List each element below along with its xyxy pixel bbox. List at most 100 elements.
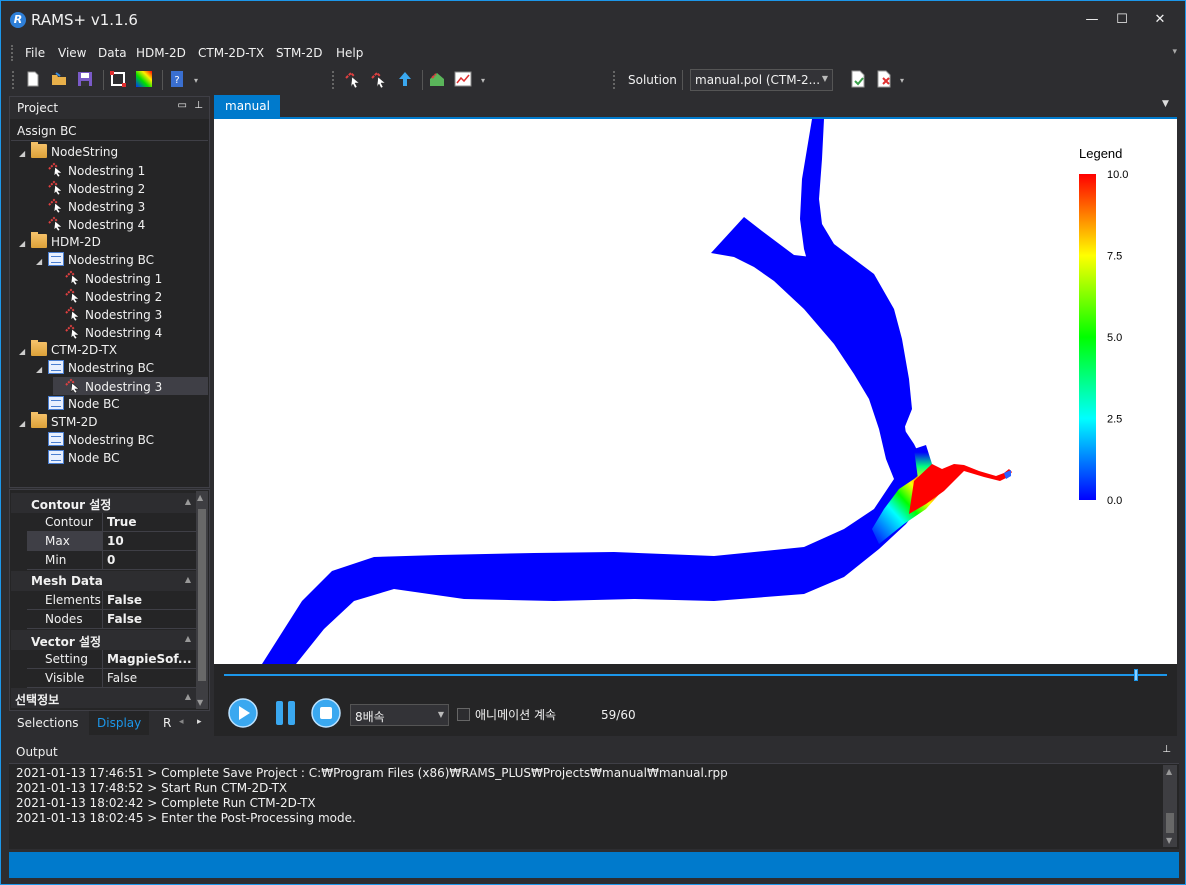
properties-scrollbar[interactable]: ▲ ▼ xyxy=(196,491,208,709)
tree-item[interactable]: Nodestring 4 xyxy=(53,323,162,341)
tree-item[interactable]: Nodestring 3 xyxy=(36,197,145,215)
expander-icon[interactable]: ◢ xyxy=(19,145,31,163)
speed-select[interactable]: 8배속 ▼ xyxy=(350,704,449,726)
nodestring-edit-icon[interactable] xyxy=(370,70,388,88)
output-log[interactable]: 2021-01-13 17:46:51 > Complete Save Proj… xyxy=(9,763,1179,849)
collapse-icon[interactable]: ▲ xyxy=(185,575,191,584)
document-list-icon[interactable]: ▼ xyxy=(1162,99,1169,109)
toolbar-overflow-icon[interactable]: ▾ xyxy=(900,76,904,85)
timeline-track[interactable] xyxy=(224,674,1167,676)
property-row-visible[interactable]: Visible False xyxy=(27,669,199,688)
menu-data[interactable]: Data xyxy=(98,46,127,60)
tree-item[interactable]: Node BC xyxy=(36,395,120,413)
tree-item[interactable]: ◢ HDM-2D xyxy=(19,232,101,253)
category-vector[interactable]: Vector 설정 ▲ xyxy=(11,630,197,650)
timeline-thumb[interactable] xyxy=(1133,669,1138,681)
menu-overflow-icon[interactable]: ▾ xyxy=(1172,47,1177,57)
property-row-max[interactable]: Max 10 xyxy=(27,532,199,551)
tree-item[interactable]: ◢ STM-2D xyxy=(19,412,98,433)
maximize-button[interactable]: ☐ xyxy=(1107,7,1137,33)
upload-arrow-icon[interactable] xyxy=(396,70,414,88)
property-value[interactable]: False xyxy=(107,612,197,626)
expander-icon[interactable]: ◢ xyxy=(19,235,31,253)
toolbar-grip[interactable] xyxy=(332,71,335,89)
scroll-down-icon[interactable]: ▼ xyxy=(1166,836,1172,845)
tree-item[interactable]: Nodestring BC xyxy=(36,431,154,449)
select-region-icon[interactable] xyxy=(109,70,127,88)
property-row-elements[interactable]: Elements False xyxy=(27,591,199,610)
menu-hdm-2d[interactable]: HDM-2D xyxy=(136,46,186,60)
property-value[interactable]: False xyxy=(107,671,197,685)
tab-scroll-right-icon[interactable]: ▸ xyxy=(197,717,202,727)
property-value[interactable]: MagpieSof... xyxy=(107,652,197,666)
toolbar-overflow-icon[interactable]: ▾ xyxy=(481,76,485,85)
pause-icon[interactable] xyxy=(271,698,301,728)
color-map-icon[interactable] xyxy=(135,70,153,88)
property-row-min[interactable]: Min 0 xyxy=(27,551,199,570)
pin-icon[interactable]: ⊥ xyxy=(1162,744,1171,755)
toolbar-grip[interactable] xyxy=(613,71,616,89)
menu-stm-2d[interactable]: STM-2D xyxy=(276,46,323,60)
scroll-up-icon[interactable]: ▲ xyxy=(197,493,203,502)
toolbar-overflow-icon[interactable]: ▾ xyxy=(194,76,198,85)
save-icon[interactable] xyxy=(76,70,94,88)
stop-icon[interactable] xyxy=(311,698,341,728)
menu-file[interactable]: File xyxy=(25,46,45,60)
category-mesh-data[interactable]: Mesh Data ▲ xyxy=(11,571,197,591)
river-mesh-plot[interactable]: Legend 10.0 7.5 5.0 2.5 0.0 xyxy=(214,119,1177,664)
scroll-thumb[interactable] xyxy=(1166,813,1174,833)
pin-icon[interactable]: ⊥ xyxy=(194,100,203,111)
solution-select[interactable]: manual.pol (CTM-2... ▼ xyxy=(690,69,833,91)
play-icon[interactable] xyxy=(228,698,258,728)
tree-item[interactable]: ◢ Nodestring BC xyxy=(36,359,154,377)
expander-icon[interactable]: ◢ xyxy=(36,361,48,379)
maximize-panel-icon[interactable]: ▭ xyxy=(178,100,187,111)
tree-item[interactable]: ◢ NodeString xyxy=(19,142,118,163)
scroll-thumb[interactable] xyxy=(198,509,206,681)
tree-item[interactable]: Nodestring 2 xyxy=(53,287,162,305)
collapse-icon[interactable]: ▲ xyxy=(185,497,191,506)
tree-item[interactable]: ◢ CTM-2D-TX xyxy=(19,340,117,361)
menu-view[interactable]: View xyxy=(58,46,86,60)
tab-display[interactable]: Display xyxy=(89,711,150,735)
tree-item[interactable]: Nodestring 3 xyxy=(53,377,208,395)
menu-grip[interactable] xyxy=(11,45,14,61)
delete-result-icon[interactable] xyxy=(875,70,893,88)
tree-item[interactable]: Nodestring 1 xyxy=(36,161,145,179)
toolbar-grip[interactable] xyxy=(12,71,15,89)
minimize-button[interactable]: — xyxy=(1077,7,1107,33)
new-file-icon[interactable] xyxy=(24,70,42,88)
tab-manual[interactable]: manual xyxy=(214,95,280,117)
tree-item[interactable]: ◢ Nodestring BC xyxy=(36,251,154,269)
category-contour[interactable]: Contour 설정 ▲ xyxy=(11,493,197,513)
property-row-contour[interactable]: Contour True xyxy=(27,513,199,532)
close-button[interactable]: ✕ xyxy=(1145,7,1175,33)
collapse-icon[interactable]: ▲ xyxy=(185,692,191,701)
category-selection-info[interactable]: 선택정보 ▲ xyxy=(11,688,197,708)
loop-animation-checkbox[interactable] xyxy=(457,708,470,721)
property-value[interactable]: True xyxy=(107,515,197,529)
property-row-nodes[interactable]: Nodes False xyxy=(27,610,199,629)
nodestring-tool-icon[interactable] xyxy=(344,70,362,88)
line-graph-icon[interactable] xyxy=(454,70,472,88)
tree-item[interactable]: Nodestring 3 xyxy=(53,305,162,323)
expander-icon[interactable]: ◢ xyxy=(19,343,31,361)
tree-item[interactable]: Nodestring 1 xyxy=(53,269,162,287)
tab-scroll-left-icon[interactable]: ◂ xyxy=(179,717,184,727)
tree-item[interactable]: Nodestring 4 xyxy=(36,215,145,233)
export-result-icon[interactable] xyxy=(849,70,867,88)
property-value[interactable]: 10 xyxy=(107,534,197,548)
property-value[interactable]: False xyxy=(107,593,197,607)
menu-ctm-2d-tx[interactable]: CTM-2D-TX xyxy=(198,46,264,60)
map-viewport[interactable]: Legend 10.0 7.5 5.0 2.5 0.0 xyxy=(214,119,1177,664)
collapse-icon[interactable]: ▲ xyxy=(185,634,191,643)
home-nodestring-icon[interactable] xyxy=(428,70,446,88)
tab-selections[interactable]: Selections xyxy=(9,711,87,735)
property-row-setting[interactable]: Setting MagpieSof... xyxy=(27,650,199,669)
expander-icon[interactable]: ◢ xyxy=(36,253,48,271)
scroll-down-icon[interactable]: ▼ xyxy=(197,698,203,707)
output-scrollbar[interactable]: ▲ ▼ xyxy=(1163,765,1177,847)
tree-item[interactable]: Nodestring 2 xyxy=(36,179,145,197)
open-folder-icon[interactable] xyxy=(50,70,68,88)
expander-icon[interactable]: ◢ xyxy=(19,415,31,433)
